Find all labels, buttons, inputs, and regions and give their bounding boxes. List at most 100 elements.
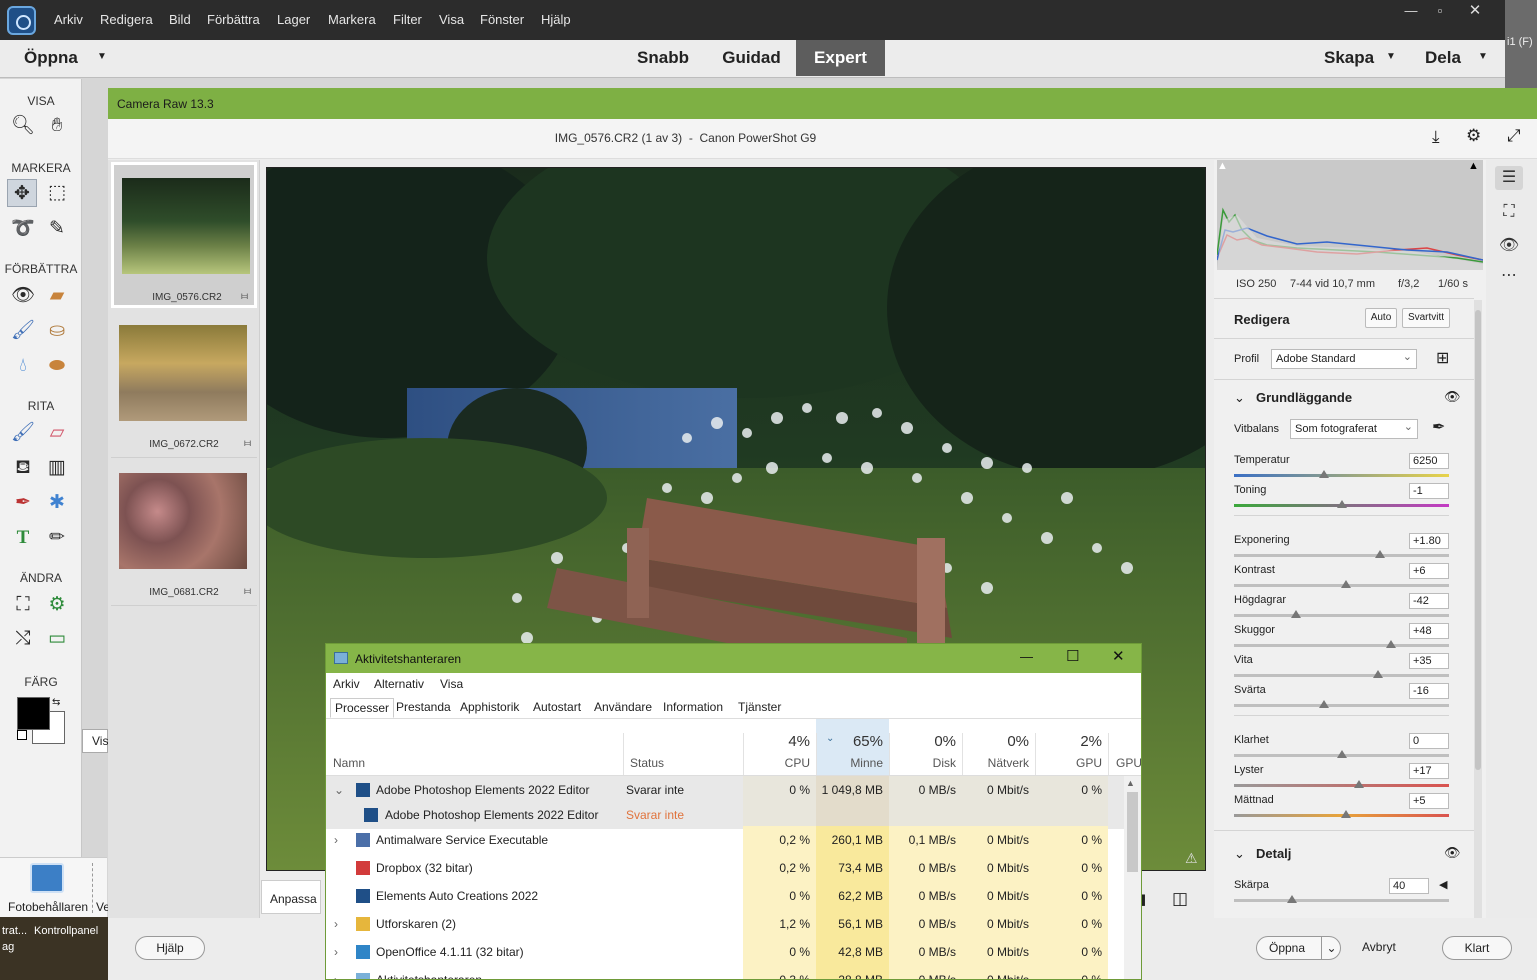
profile-browser-icon[interactable]: ⊞ (1436, 348, 1449, 368)
table-row[interactable]: › Antimalware Service Executable 0,2 % 260,… (326, 826, 1141, 854)
minimize-button[interactable]: — (1397, 2, 1425, 20)
table-row[interactable]: › Utforskaren (2) 1,2 % 56,1 MB 0 MB/s 0 Mbit… (326, 910, 1141, 938)
table-row[interactable]: › OpenOffice 4.1.11 (32 bitar) 0 % 42,8 MB 0… (326, 938, 1141, 966)
tm-menu-alternativ[interactable]: Alternativ (374, 677, 424, 691)
slider-track[interactable] (1234, 644, 1449, 647)
straighten-tool-icon[interactable]: ▭ (42, 625, 72, 653)
thumbnail-item[interactable]: IMG_0681.CR2 ⧦ (111, 460, 257, 606)
menu-redigera[interactable]: Redigera (100, 12, 153, 27)
menu-hjalp[interactable]: Hjälp (541, 12, 571, 27)
slider-högdagrar[interactable]: Högdagrar -42 (1234, 593, 1454, 624)
col-status-header[interactable]: Status (630, 756, 664, 770)
zoom-tool-icon[interactable]: 🔍︎ (8, 112, 38, 140)
slider-value[interactable]: 6250 (1409, 453, 1449, 469)
create-dropdown-icon[interactable]: ▼ (1386, 51, 1396, 62)
expand-icon[interactable]: › (334, 938, 338, 966)
move-tool-icon[interactable]: ✥ (7, 179, 37, 207)
expand-icon[interactable]: ⌄ (334, 776, 344, 804)
slider-track[interactable] (1234, 614, 1449, 617)
taskbar-label-2[interactable]: Kontrollpanel (34, 925, 98, 937)
settings-icon[interactable]: ⚙︎ (1466, 126, 1481, 146)
create-button[interactable]: Skapa (1324, 48, 1374, 68)
slider-value[interactable]: +5 (1409, 793, 1449, 809)
slider-knob[interactable] (1340, 580, 1351, 588)
share-dropdown-icon[interactable]: ▼ (1478, 51, 1488, 62)
fullscreen-icon[interactable]: ⤢ (1507, 126, 1521, 146)
slider-toning[interactable]: Toning -1 (1234, 483, 1454, 514)
slider-value[interactable]: +1.80 (1409, 533, 1449, 549)
taskbar-label-1[interactable]: trat... (2, 925, 27, 937)
tab-snabb[interactable]: Snabb (628, 40, 698, 76)
slider-value[interactable]: +6 (1409, 563, 1449, 579)
thumbnail-item[interactable]: IMG_0576.CR2 ⧦ (111, 162, 257, 308)
bw-button[interactable]: Svartvitt (1402, 308, 1450, 328)
edit-sliders-icon[interactable]: ☰ (1495, 166, 1523, 190)
slider-track[interactable] (1234, 784, 1449, 787)
tab-prestanda[interactable]: Prestanda (392, 698, 455, 718)
tab-tjanster[interactable]: Tjänster (734, 698, 785, 718)
slider-value[interactable]: -16 (1409, 683, 1449, 699)
lasso-tool-icon[interactable]: ➰ (8, 215, 38, 243)
expand-icon[interactable]: › (334, 966, 338, 979)
col-cpu-percent[interactable]: 4% (743, 733, 810, 750)
panel-scrollbar[interactable] (1474, 300, 1482, 968)
slider-knob[interactable] (1291, 610, 1302, 618)
tab-apphistorik[interactable]: Apphistorik (456, 698, 523, 718)
done-button[interactable]: Klart (1442, 936, 1512, 960)
slider-mättnad[interactable]: Mättnad +5 (1234, 793, 1454, 824)
detail-visibility-icon[interactable]: 👁︎ (1444, 845, 1461, 861)
default-colors-icon[interactable] (17, 730, 27, 740)
tab-expert[interactable]: Expert (796, 40, 885, 76)
tab-autostart[interactable]: Autostart (529, 698, 585, 718)
paint-bucket-icon[interactable]: ⛾ (8, 454, 38, 482)
magic-wand-tool-icon[interactable]: ✎ (42, 215, 72, 243)
more-options-icon[interactable]: ⋯ (1495, 264, 1523, 288)
col-disk-header[interactable]: Disk (889, 756, 956, 770)
slider-track[interactable] (1234, 474, 1449, 477)
menu-lager[interactable]: Lager (277, 12, 310, 27)
table-row[interactable]: ⌄ Adobe Photoshop Elements 2022 Editor Sva… (326, 776, 1141, 804)
slider-vita[interactable]: Vita +35 (1234, 653, 1454, 684)
taskbar-label-3[interactable]: ag (2, 941, 14, 953)
process-scrollbar[interactable]: ▲ (1124, 776, 1141, 979)
slider-kontrast[interactable]: Kontrast +6 (1234, 563, 1454, 594)
table-row[interactable]: Adobe Photoshop Elements 2022 Editor Svar… (326, 801, 1141, 829)
slider-track[interactable] (1234, 554, 1449, 557)
slider-knob[interactable] (1353, 780, 1364, 788)
scroll-thumb[interactable] (1127, 792, 1138, 872)
col-gpu-engine-header[interactable]: GPU- (1116, 756, 1141, 770)
slider-knob[interactable] (1336, 500, 1347, 508)
photo-bin-icon[interactable] (30, 863, 64, 893)
table-row[interactable]: › Aktivitetshanteraren 0,3 % 28,8 MB 0 MB/s 0… (326, 966, 1141, 979)
slider-sharpen[interactable]: Skärpa 40 (1234, 878, 1454, 909)
eyedropper-tool-icon[interactable]: ✒︎ (8, 489, 38, 517)
slider-knob[interactable] (1319, 470, 1330, 478)
basic-collapse-icon[interactable]: ⌄ (1234, 390, 1245, 406)
slider-knob[interactable] (1336, 750, 1347, 758)
slider-value[interactable]: 40 (1389, 878, 1429, 894)
slider-lyster[interactable]: Lyster +17 (1234, 763, 1454, 794)
foreground-color-swatch[interactable] (17, 697, 50, 730)
slider-track[interactable] (1234, 899, 1449, 902)
swap-colors-icon[interactable]: ⇆ (52, 697, 60, 708)
menu-markera[interactable]: Markera (328, 12, 376, 27)
menu-forbattra[interactable]: Förbättra (207, 12, 260, 27)
blur-tool-icon[interactable]: 💧︎ (8, 352, 38, 380)
sponge-tool-icon[interactable]: ⬬ (42, 352, 72, 380)
wb-dropdown[interactable]: Som fotograferat (1290, 418, 1418, 439)
col-gpu-header[interactable]: GPU (1035, 756, 1102, 770)
slider-knob[interactable] (1373, 670, 1384, 678)
tm-minimize-button[interactable]: — (1020, 649, 1033, 664)
menu-fonster[interactable]: Fönster (480, 12, 524, 27)
slider-temperatur[interactable]: Temperatur 6250 (1234, 453, 1454, 484)
content-move-icon[interactable]: ⤭ (8, 625, 38, 653)
wb-eyedropper-icon[interactable]: ✒︎ (1432, 417, 1445, 437)
col-nätverk-header[interactable]: Nätverk (962, 756, 1029, 770)
col-nätverk-percent[interactable]: 0% (962, 733, 1029, 750)
shadow-clip-icon[interactable]: ▲ (1217, 160, 1228, 172)
slider-value[interactable]: +48 (1409, 623, 1449, 639)
adjust-tab[interactable]: Anpassa ( (261, 880, 321, 914)
col-name-header[interactable]: Namn (333, 756, 365, 770)
detail-collapse-icon[interactable]: ⌄ (1234, 846, 1245, 862)
expand-icon[interactable]: › (334, 910, 338, 938)
